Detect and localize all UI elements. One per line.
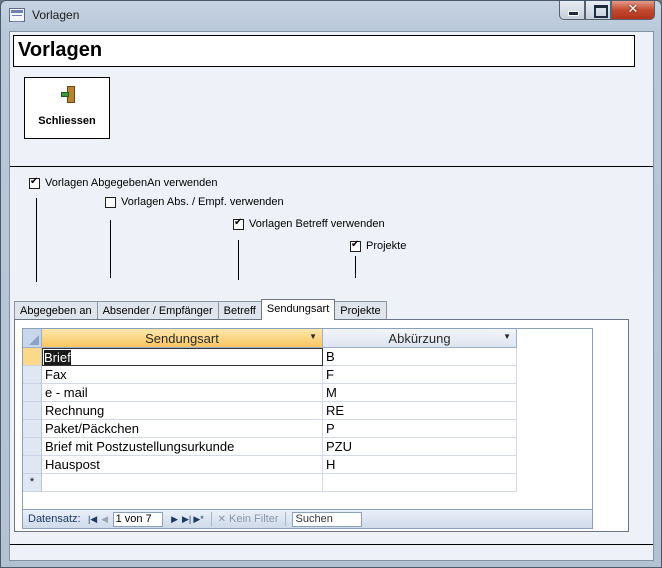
option-projekte[interactable]: Projekte (350, 239, 407, 252)
connector-line (110, 220, 111, 278)
table-row[interactable]: Fax F (23, 366, 592, 384)
checkbox-abgegeben-an[interactable] (29, 176, 40, 189)
cell-sendungsart[interactable]: Brief mit Postzustellungsurkunde (42, 438, 323, 456)
row-selector[interactable] (23, 402, 42, 420)
close-icon: ✕ (627, 2, 639, 17)
row-selector[interactable] (23, 420, 42, 438)
checkbox-abs-empf[interactable] (105, 196, 116, 208)
separator (210, 512, 212, 526)
checkbox-projekte[interactable] (350, 239, 361, 252)
row-selector[interactable] (23, 456, 42, 474)
option-abs-empf-label: Vorlagen Abs. / Empf. verwenden (121, 196, 284, 208)
cell-abkuerzung[interactable]: P (323, 420, 517, 438)
new-record-row[interactable]: * (23, 474, 592, 492)
option-projekte-label: Projekte (366, 240, 407, 252)
tab-abgegeben-an[interactable]: Abgegeben an (14, 301, 98, 320)
option-betreff-label: Vorlagen Betreff verwenden (249, 218, 385, 230)
filter-toggle[interactable]: ✕ Kein Filter (218, 513, 279, 525)
row-selector[interactable] (23, 348, 42, 366)
select-all-corner[interactable] (23, 329, 42, 348)
column-header-sendungsart[interactable]: Sendungsart ▼ (42, 329, 323, 348)
previous-record-icon[interactable]: ◀ (99, 514, 111, 525)
connector-line (355, 256, 356, 278)
maximize-button[interactable] (585, 1, 611, 20)
last-record-icon[interactable]: ▶| (181, 514, 193, 525)
checkbox-betreff[interactable] (233, 217, 244, 230)
record-navigator: Datensatz: |◀ ◀ 1 von 7 ▶ ▶| ▶* ✕ Kein F… (23, 509, 592, 528)
option-abs-empf[interactable]: Vorlagen Abs. / Empf. verwenden (105, 196, 284, 208)
window-controls: ✕ (559, 1, 655, 20)
cell-sendungsart[interactable]: Rechnung (42, 402, 323, 420)
cell-abkuerzung[interactable]: PZU (323, 438, 517, 456)
cell-abkuerzung[interactable]: F (323, 366, 517, 384)
tab-sendungsart[interactable]: Sendungsart (260, 299, 336, 320)
record-position-input[interactable]: 1 von 7 (112, 511, 163, 527)
option-betreff[interactable]: Vorlagen Betreff verwenden (233, 217, 385, 230)
cell-sendungsart[interactable]: Fax (42, 366, 323, 384)
tab-projekte[interactable]: Projekte (334, 301, 387, 320)
form-icon (9, 8, 25, 22)
cell-sendungsart[interactable]: Hauspost (42, 456, 323, 474)
table-row[interactable]: Hauspost H (23, 456, 592, 474)
table-row[interactable]: Brief B (23, 348, 592, 366)
cell-abkuerzung[interactable]: H (323, 456, 517, 474)
no-filter-icon: ✕ (217, 513, 226, 525)
connector-line (238, 240, 239, 280)
search-input[interactable]: Suchen (291, 511, 362, 527)
cell-sendungsart[interactable]: Brief (42, 348, 323, 366)
cell-abkuerzung[interactable]: B (323, 348, 517, 366)
tab-betreff[interactable]: Betreff (217, 301, 262, 320)
chevron-down-icon[interactable]: ▼ (309, 332, 317, 341)
next-record-icon[interactable]: ▶ (169, 514, 181, 525)
cell-sendungsart[interactable]: e - mail (42, 384, 323, 402)
form-header: Vorlagen Schliessen (10, 32, 653, 167)
record-label: Datensatz: (28, 513, 81, 525)
cell-abkuerzung-new[interactable] (323, 474, 517, 492)
row-selector[interactable] (23, 384, 42, 402)
form-client-area: Vorlagen Schliessen Vorlagen AbgegebenAn… (9, 31, 654, 561)
cell-abkuerzung[interactable]: M (323, 384, 517, 402)
tab-strip: Abgegeben an Absender / Empfänger Betref… (14, 299, 387, 320)
new-record-marker: * (23, 474, 42, 492)
form-footer (10, 544, 653, 560)
connector-line (36, 198, 37, 282)
column-header-abkuerzung[interactable]: Abkürzung ▼ (323, 329, 517, 348)
row-selector[interactable] (23, 366, 42, 384)
page-title: Vorlagen (13, 35, 635, 67)
tab-absender-empfaenger[interactable]: Absender / Empfänger (96, 301, 219, 320)
datasheet: Sendungsart ▼ Abkürzung ▼ Brief B Fax F … (22, 328, 593, 529)
separator (284, 512, 286, 526)
cell-abkuerzung[interactable]: RE (323, 402, 517, 420)
option-abgegeben-an-label: Vorlagen AbgegebenAn verwenden (45, 177, 218, 189)
table-row[interactable]: Brief mit Postzustellungsurkunde PZU (23, 438, 592, 456)
exit-door-icon (61, 86, 77, 104)
new-record-icon[interactable]: ▶* (193, 514, 205, 525)
first-record-icon[interactable]: |◀ (87, 514, 99, 525)
window: Vorlagen ✕ Vorlagen Schliessen Vorlagen … (0, 0, 662, 568)
table-row[interactable]: Rechnung RE (23, 402, 592, 420)
window-title: Vorlagen (32, 8, 80, 22)
cell-sendungsart-new[interactable] (42, 474, 323, 492)
cell-sendungsart[interactable]: Paket/Päckchen (42, 420, 323, 438)
table-row[interactable]: Paket/Päckchen P (23, 420, 592, 438)
option-abgegeben-an[interactable]: Vorlagen AbgegebenAn verwenden (29, 176, 218, 189)
chevron-down-icon[interactable]: ▼ (503, 332, 511, 341)
datasheet-header: Sendungsart ▼ Abkürzung ▼ (23, 329, 592, 348)
tab-panel-sendungsart: Sendungsart ▼ Abkürzung ▼ Brief B Fax F … (14, 319, 629, 532)
schliessen-button[interactable]: Schliessen (24, 77, 110, 139)
row-selector[interactable] (23, 438, 42, 456)
schliessen-label: Schliessen (38, 115, 96, 127)
close-window-button[interactable]: ✕ (611, 1, 655, 20)
minimize-button[interactable] (559, 1, 585, 20)
table-row[interactable]: e - mail M (23, 384, 592, 402)
title-bar[interactable]: Vorlagen ✕ (1, 1, 661, 31)
